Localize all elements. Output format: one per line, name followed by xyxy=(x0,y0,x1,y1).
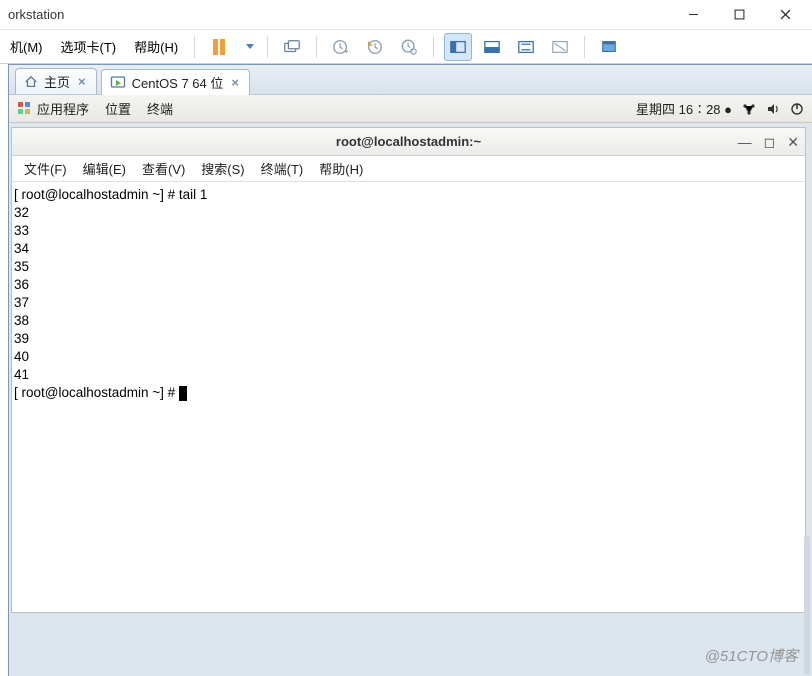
terminal-title: root@localhostadmin:~ xyxy=(336,134,481,149)
separator xyxy=(433,36,434,58)
terminal-window: root@localhostadmin:~ — ◻ ✕ 文件(F) 编辑(E) … xyxy=(11,127,806,613)
terminal-maximize-button[interactable]: ◻ xyxy=(764,134,776,151)
guest-terminal-indicator[interactable]: 终端 xyxy=(147,99,173,118)
separator xyxy=(584,36,585,58)
terminal-line: 41 xyxy=(14,367,29,382)
terminal-line: [ root@localhostadmin ~] # xyxy=(14,385,179,400)
guest-top-panel: 应用程序 位置 终端 星期四 16∶28 ● xyxy=(9,95,812,123)
pause-button[interactable] xyxy=(205,33,233,61)
terminal-minimize-button[interactable]: — xyxy=(738,134,752,150)
tab-centos-label: CentOS 7 64 位 xyxy=(132,73,224,92)
guest-panel-right: 星期四 16∶28 ● xyxy=(636,99,804,118)
guest-apps-menu[interactable]: 应用程序 xyxy=(37,99,89,118)
clock-play-icon xyxy=(332,38,350,56)
home-icon xyxy=(24,75,38,89)
guest-places-menu[interactable]: 位置 xyxy=(105,99,131,118)
main-toolbar: 机(M) 选项卡(T) 帮助(H) xyxy=(0,30,812,64)
view-split-icon xyxy=(449,38,467,56)
maximize-icon xyxy=(734,9,745,20)
terminal-line: 35 xyxy=(14,259,29,274)
terminal-titlebar[interactable]: root@localhostadmin:~ — ◻ ✕ xyxy=(12,128,805,156)
menu-help[interactable]: 帮助(H) xyxy=(128,35,184,58)
volume-icon[interactable] xyxy=(766,102,780,116)
terminal-menu-help[interactable]: 帮助(H) xyxy=(315,157,367,180)
terminal-line: 40 xyxy=(14,349,29,364)
snapshot-revert-button[interactable] xyxy=(361,33,389,61)
app-titlebar: orkstation xyxy=(0,0,812,30)
terminal-menu-terminal[interactable]: 终端(T) xyxy=(257,157,308,180)
close-icon xyxy=(780,9,791,20)
clock-back-icon xyxy=(366,38,384,56)
send-keys-icon xyxy=(283,38,301,56)
snapshot-take-button[interactable] xyxy=(327,33,355,61)
vm-tab-bar: 主页 × CentOS 7 64 位 × xyxy=(9,65,812,95)
minimize-icon xyxy=(688,9,699,20)
app-launcher-icon xyxy=(17,101,33,117)
snapshot-manage-button[interactable] xyxy=(395,33,423,61)
app-title: orkstation xyxy=(4,7,64,22)
separator xyxy=(194,36,195,58)
power-dropdown[interactable] xyxy=(239,33,257,61)
maximize-button[interactable] xyxy=(716,0,762,30)
tab-centos-close[interactable]: × xyxy=(229,75,241,90)
view-single-icon xyxy=(483,38,501,56)
menu-tabs[interactable]: 选项卡(T) xyxy=(55,35,123,58)
terminal-line: 39 xyxy=(14,331,29,346)
window-controls xyxy=(670,0,808,30)
view-fullscreen-button[interactable] xyxy=(595,33,623,61)
network-icon[interactable] xyxy=(742,102,756,116)
tab-home-label: 主页 xyxy=(44,72,70,91)
terminal-menu-search[interactable]: 搜索(S) xyxy=(197,157,248,180)
view-fullscreen-icon xyxy=(600,38,618,56)
close-button[interactable] xyxy=(762,0,808,30)
terminal-line: 32 xyxy=(14,205,29,220)
terminal-menu-file[interactable]: 文件(F) xyxy=(20,157,71,180)
watermark: @51CTO博客 xyxy=(705,645,798,666)
view-fit-icon xyxy=(517,38,535,56)
menu-machine[interactable]: 机(M) xyxy=(4,35,49,58)
terminal-line: 37 xyxy=(14,295,29,310)
view-mode-split-button[interactable] xyxy=(444,33,472,61)
tab-centos[interactable]: CentOS 7 64 位 × xyxy=(101,69,250,95)
vm-workspace: 主页 × CentOS 7 64 位 × 应用程序 位置 终端 星期四 16∶2… xyxy=(8,64,812,676)
terminal-menubar: 文件(F) 编辑(E) 查看(V) 搜索(S) 终端(T) 帮助(H) xyxy=(12,156,805,182)
terminal-line: 38 xyxy=(14,313,29,328)
pause-icon xyxy=(213,39,225,55)
separator xyxy=(316,36,317,58)
chevron-down-icon xyxy=(246,44,254,49)
terminal-body[interactable]: [ root@localhostadmin ~] # tail 1 32 33 … xyxy=(12,182,805,612)
terminal-line: 34 xyxy=(14,241,29,256)
vm-running-icon xyxy=(110,75,126,91)
view-mode-fit-button[interactable] xyxy=(512,33,540,61)
terminal-line: [ root@localhostadmin ~] # tail 1 xyxy=(14,187,207,202)
send-ctrl-alt-del-button[interactable] xyxy=(278,33,306,61)
clock-gear-icon xyxy=(400,38,418,56)
power-icon[interactable] xyxy=(790,102,804,116)
view-mode-single-button[interactable] xyxy=(478,33,506,61)
terminal-menu-view[interactable]: 查看(V) xyxy=(138,157,189,180)
terminal-cursor xyxy=(179,386,187,401)
view-span-icon xyxy=(551,38,569,56)
tab-home[interactable]: 主页 × xyxy=(15,68,97,94)
terminal-menu-edit[interactable]: 编辑(E) xyxy=(79,157,130,180)
guest-clock[interactable]: 星期四 16∶28 ● xyxy=(636,99,732,118)
guest-panel-left: 应用程序 位置 终端 xyxy=(17,99,173,118)
terminal-line: 36 xyxy=(14,277,29,292)
terminal-close-button[interactable]: ✕ xyxy=(787,134,799,151)
separator xyxy=(267,36,268,58)
tab-home-close[interactable]: × xyxy=(76,74,88,89)
minimize-button[interactable] xyxy=(670,0,716,30)
terminal-window-controls: — ◻ ✕ xyxy=(738,128,799,156)
view-mode-span-button[interactable] xyxy=(546,33,574,61)
scrollbar[interactable] xyxy=(804,535,810,675)
terminal-line: 33 xyxy=(14,223,29,238)
